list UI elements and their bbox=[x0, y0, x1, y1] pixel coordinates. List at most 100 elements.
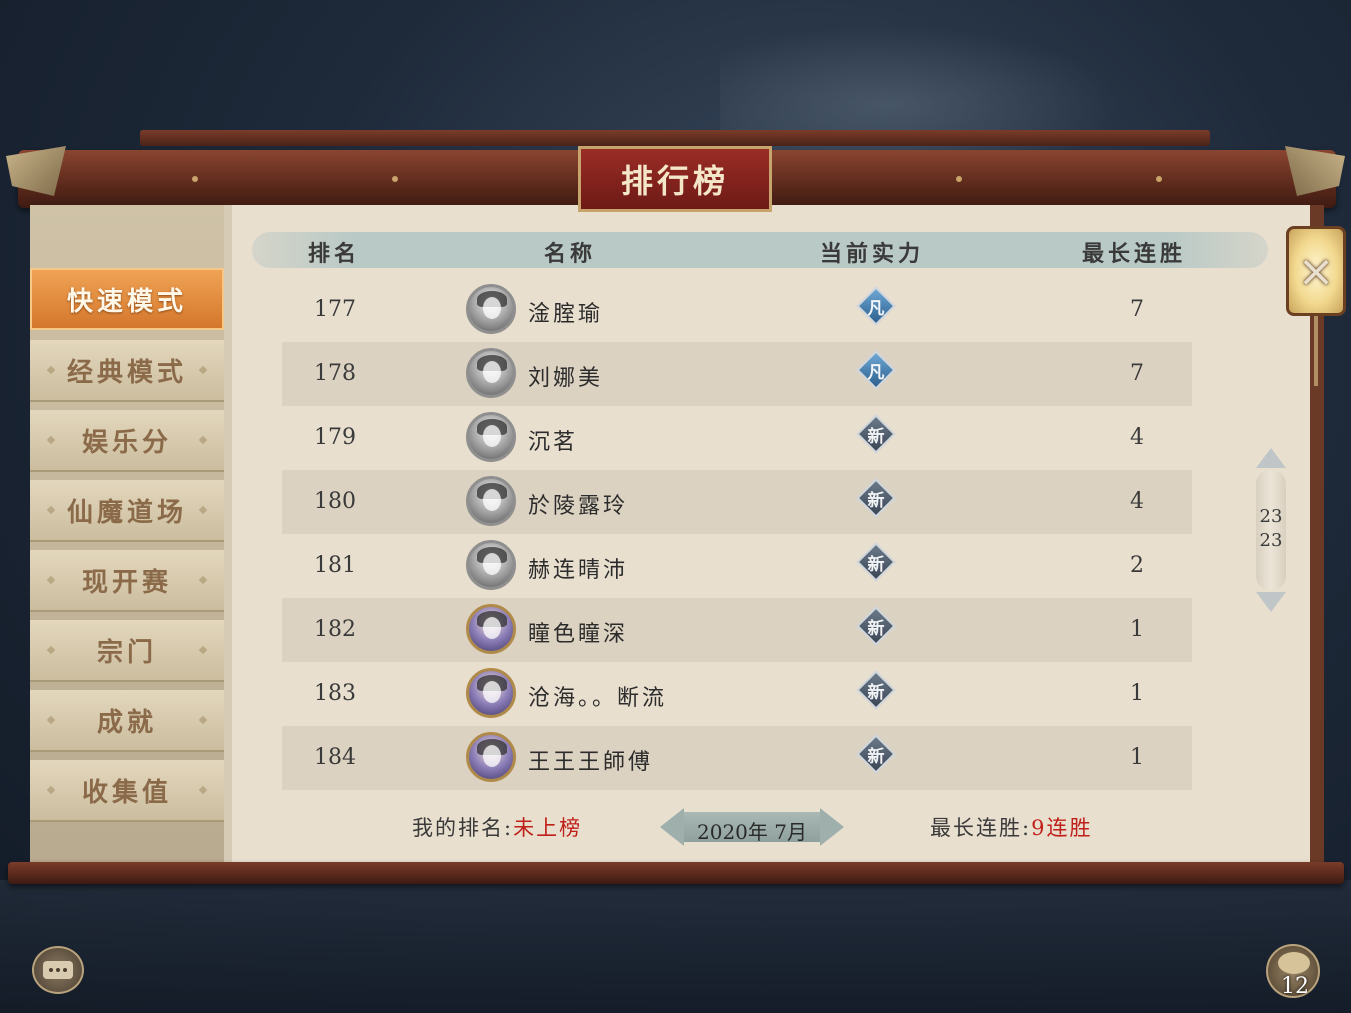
sidebar-item-label: 现开赛 bbox=[81, 567, 172, 598]
power-badge-text: 新 bbox=[867, 491, 885, 511]
player-name: 沧海。。断流 bbox=[528, 686, 668, 711]
player-avatar bbox=[466, 732, 516, 782]
sidebar-item-open-match[interactable]: 现开赛 bbox=[30, 550, 224, 612]
sidebar-item-label: 成就 bbox=[96, 707, 157, 738]
table-row[interactable] bbox=[282, 662, 1192, 726]
power-badge-icon: 凡 bbox=[856, 350, 896, 390]
sidebar-item-classic-mode[interactable]: 经典模式 bbox=[30, 340, 224, 402]
player-name: 刘娜美 bbox=[528, 366, 604, 391]
power-badge-text: 新 bbox=[867, 747, 885, 767]
power-badge-text: 新 bbox=[867, 619, 885, 639]
streak-cell: 4 bbox=[1130, 425, 1144, 450]
power-badge-text: 新 bbox=[867, 555, 885, 575]
chat-icon bbox=[43, 961, 73, 979]
my-rank-label: 我的排名: bbox=[412, 816, 514, 840]
rank-cell: 180 bbox=[314, 489, 356, 514]
background-fog bbox=[0, 880, 1351, 1013]
sidebar-item-label: 宗门 bbox=[96, 637, 157, 668]
power-badge-icon: 新 bbox=[856, 606, 896, 646]
page-total: 23 bbox=[1259, 530, 1283, 551]
table-row[interactable] bbox=[282, 470, 1192, 534]
column-header-rank: 排名 bbox=[308, 241, 361, 267]
sidebar-item-entertainment[interactable]: 娱乐分 bbox=[30, 410, 224, 472]
streak-cell: 7 bbox=[1130, 361, 1144, 386]
column-header-name: 名称 bbox=[544, 241, 597, 267]
close-icon: × bbox=[1297, 245, 1335, 297]
sidebar-item-quick-mode[interactable]: 快速模式 bbox=[30, 268, 224, 330]
power-badge-icon: 新 bbox=[856, 734, 896, 774]
player-avatar bbox=[466, 284, 516, 334]
table-row[interactable] bbox=[282, 534, 1192, 598]
best-streak: 最长连胜:9连胜 bbox=[930, 812, 1092, 842]
sidebar-item-arena[interactable]: 仙魔道场 bbox=[30, 480, 224, 542]
table-row[interactable] bbox=[282, 726, 1192, 790]
sidebar-item-sect[interactable]: 宗门 bbox=[30, 620, 224, 682]
rank-cell: 183 bbox=[314, 681, 356, 706]
sidebar-item-label: 收集值 bbox=[81, 777, 172, 808]
page-title: 排行榜 bbox=[620, 162, 729, 200]
streak-cell: 1 bbox=[1130, 681, 1144, 706]
rank-cell: 182 bbox=[314, 617, 356, 642]
month-label: 2020年 7月 bbox=[697, 820, 807, 844]
best-streak-value: 9连胜 bbox=[1031, 816, 1093, 840]
column-header-power: 当前实力 bbox=[820, 241, 925, 267]
sidebar-item-label: 仙魔道场 bbox=[66, 497, 187, 528]
power-badge-icon: 新 bbox=[856, 670, 896, 710]
rivet bbox=[392, 176, 398, 182]
player-avatar bbox=[466, 476, 516, 526]
bottom-beam bbox=[8, 862, 1344, 884]
player-name: 淦腟瑜 bbox=[528, 302, 604, 327]
player-avatar bbox=[466, 348, 516, 398]
team-count: 12 bbox=[1281, 974, 1309, 999]
month-selector: 2020年 7月 bbox=[660, 808, 844, 846]
rank-cell: 184 bbox=[314, 745, 356, 770]
rank-cell: 181 bbox=[314, 553, 356, 578]
page-current: 23 bbox=[1259, 506, 1283, 527]
sidebar-item-collection[interactable]: 收集值 bbox=[30, 760, 224, 822]
table-row[interactable] bbox=[282, 278, 1192, 342]
top-beam-thin bbox=[140, 130, 1210, 146]
player-avatar bbox=[466, 604, 516, 654]
best-streak-label: 最长连胜: bbox=[930, 816, 1032, 840]
power-badge-icon: 凡 bbox=[856, 286, 896, 326]
streak-cell: 4 bbox=[1130, 489, 1144, 514]
my-rank: 我的排名:未上榜 bbox=[412, 812, 582, 842]
column-header-streak: 最长连胜 bbox=[1082, 241, 1187, 267]
power-badge-text: 凡 bbox=[867, 299, 885, 319]
table-row[interactable] bbox=[282, 342, 1192, 406]
lantern-tassel bbox=[1314, 316, 1318, 386]
sidebar-item-label: 经典模式 bbox=[66, 357, 187, 388]
player-name: 赫连晴沛 bbox=[528, 558, 629, 583]
sidebar-item-achievement[interactable]: 成就 bbox=[30, 690, 224, 752]
power-badge-text: 新 bbox=[867, 683, 885, 703]
close-button[interactable]: × bbox=[1286, 226, 1346, 316]
power-badge-text: 凡 bbox=[867, 363, 885, 383]
page-up-button[interactable] bbox=[1252, 448, 1290, 472]
sidebar-item-label: 娱乐分 bbox=[81, 427, 172, 458]
table-row[interactable] bbox=[282, 598, 1192, 662]
sidebar-item-label: 快速模式 bbox=[66, 286, 187, 317]
player-name: 沉茗 bbox=[528, 430, 579, 455]
my-rank-value: 未上榜 bbox=[513, 816, 583, 840]
player-name: 於陵露玲 bbox=[528, 494, 629, 519]
power-badge-text: 新 bbox=[867, 427, 885, 447]
streak-cell: 1 bbox=[1130, 745, 1144, 770]
title-plaque: 排行榜 bbox=[578, 146, 772, 212]
rank-cell: 177 bbox=[314, 297, 356, 322]
player-avatar bbox=[466, 412, 516, 462]
streak-cell: 7 bbox=[1130, 297, 1144, 322]
rank-cell: 178 bbox=[314, 361, 356, 386]
power-badge-icon: 新 bbox=[856, 414, 896, 454]
player-avatar bbox=[466, 540, 516, 590]
streak-cell: 2 bbox=[1130, 553, 1144, 578]
power-badge-icon: 新 bbox=[856, 478, 896, 518]
page-down-button[interactable] bbox=[1252, 590, 1290, 614]
sidebar-divider bbox=[224, 205, 232, 870]
streak-cell: 1 bbox=[1130, 617, 1144, 642]
rivet bbox=[956, 176, 962, 182]
team-button[interactable]: 12 bbox=[1266, 944, 1320, 999]
player-avatar bbox=[466, 668, 516, 718]
table-row[interactable] bbox=[282, 406, 1192, 470]
chat-button[interactable] bbox=[32, 946, 84, 994]
rivet bbox=[192, 176, 198, 182]
